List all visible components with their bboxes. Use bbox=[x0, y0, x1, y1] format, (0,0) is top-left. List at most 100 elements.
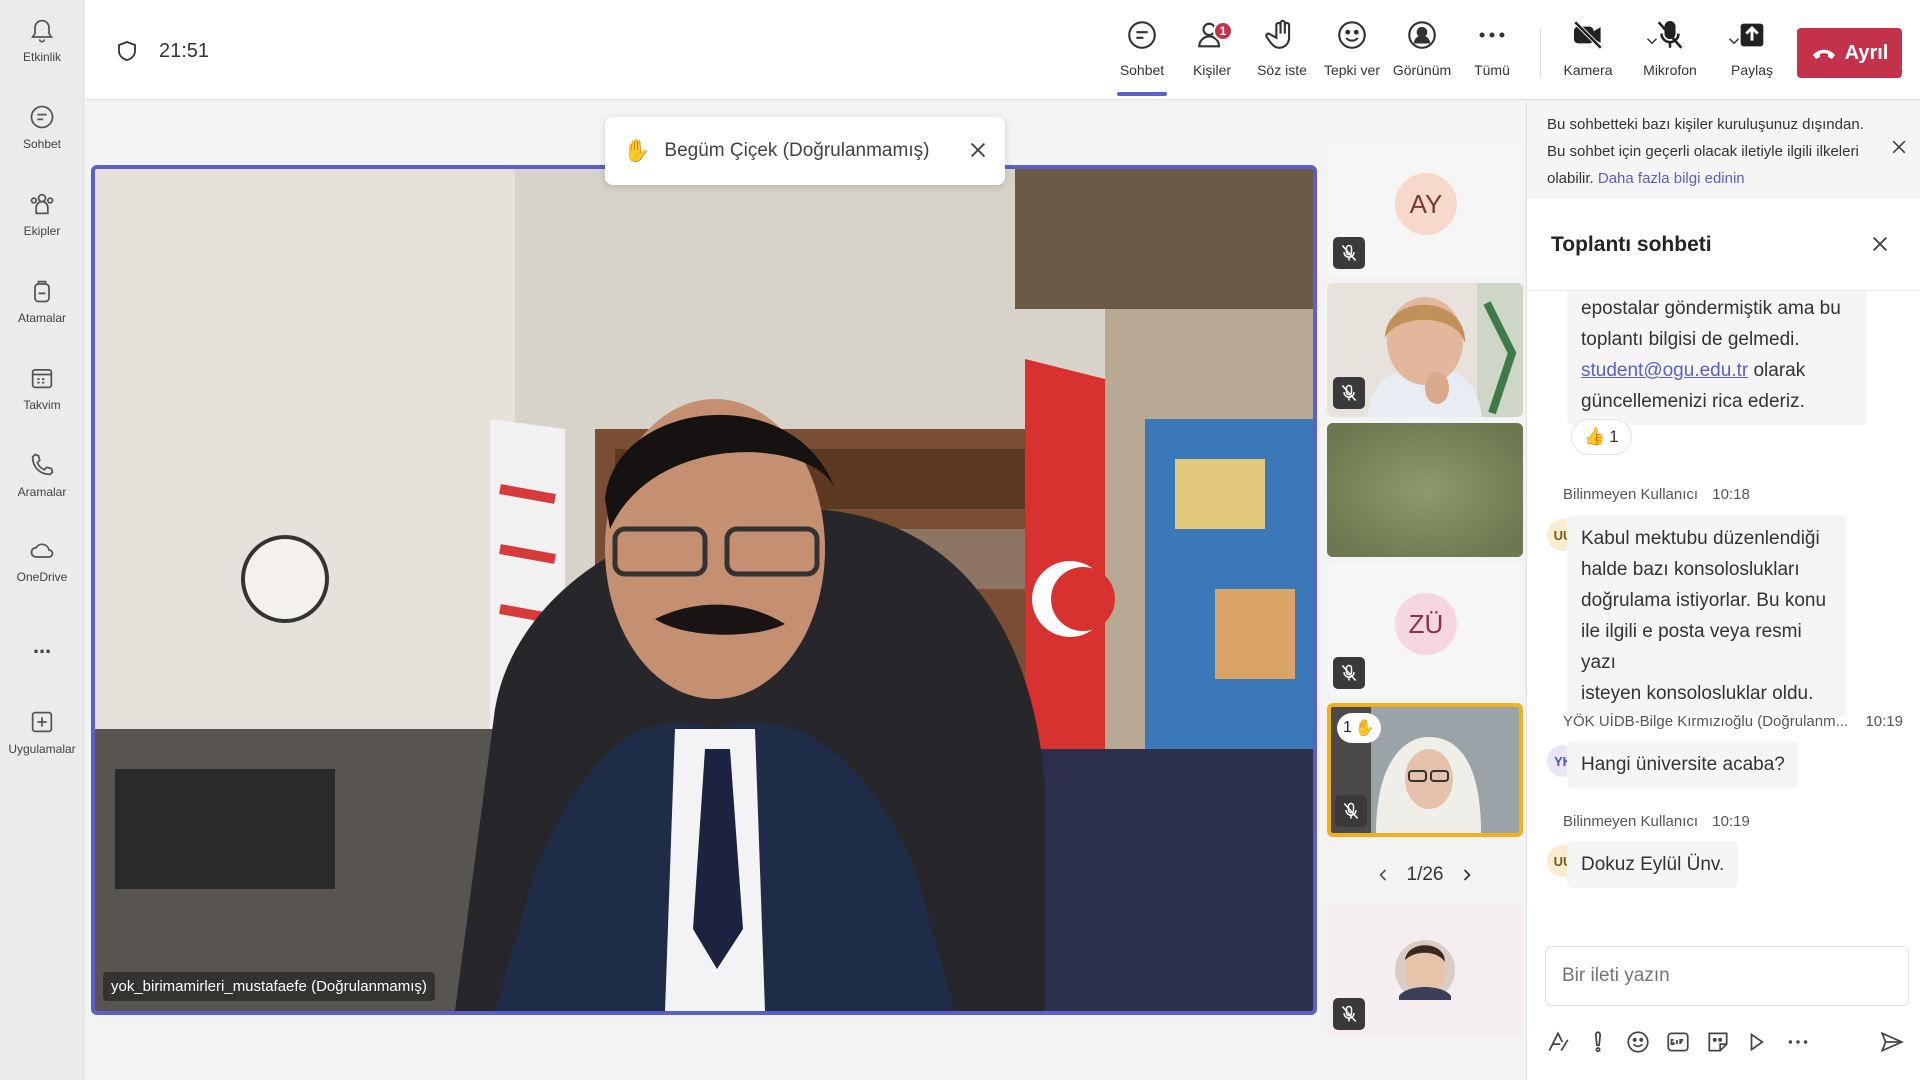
rail-label: OneDrive bbox=[16, 570, 68, 584]
main-speaker-video[interactable]: yok_birimamirleri_mustafaefe (Doğrulanma… bbox=[91, 165, 1317, 1015]
sticker-icon[interactable] bbox=[1705, 1029, 1731, 1055]
participant-tile-video-3[interactable] bbox=[1327, 904, 1523, 1038]
message-line: Kabul mektubu düzenlendiği bbox=[1581, 528, 1820, 549]
message-line: doğrulama istiyorlar. Bu konu bbox=[1581, 590, 1827, 611]
react-label: Tepki ver bbox=[1323, 62, 1381, 78]
close-icon[interactable] bbox=[1869, 233, 1891, 255]
chat-message-list[interactable]: epostalar göndermiştik ama bu toplantı b… bbox=[1527, 291, 1920, 931]
rail-label: Uygulamalar bbox=[8, 742, 76, 756]
rail-item-onedrive[interactable]: OneDrive bbox=[0, 520, 84, 600]
rail-item-apps[interactable]: Uygulamalar bbox=[0, 692, 84, 772]
page-indicator: 1/26 bbox=[1406, 864, 1444, 885]
more-label: Tümü bbox=[1474, 62, 1510, 78]
message-line: isteyen konsolosluklar oldu. bbox=[1581, 683, 1814, 704]
message-line: toplantı bilgisi de gelmedi. bbox=[1581, 329, 1800, 350]
leave-button[interactable]: Ayrıl bbox=[1797, 28, 1902, 78]
participant-tile-video-1[interactable] bbox=[1327, 283, 1523, 417]
hand-icon bbox=[1265, 19, 1291, 49]
rail-label: Sohbet bbox=[22, 137, 62, 151]
view-button[interactable]: Görünüm bbox=[1387, 18, 1457, 88]
chat-icon bbox=[1128, 21, 1156, 49]
participant-tile-video-2[interactable] bbox=[1327, 423, 1523, 557]
chat-header: Toplantı sohbeti bbox=[1527, 199, 1920, 291]
message-line: student@ogu.edu.tr olarak bbox=[1581, 355, 1853, 386]
meeting-toolbar: 21:51 Sohbet 1 Kişiler Söz iste Tepki ve… bbox=[85, 0, 1920, 100]
raise-hand-button[interactable]: Söz iste bbox=[1247, 18, 1317, 88]
raised-hand-icon: ✋ bbox=[623, 138, 651, 163]
people-button[interactable]: 1 Kişiler bbox=[1177, 18, 1247, 88]
camera-button[interactable]: Kamera bbox=[1553, 18, 1623, 88]
raised-hand-name: Begüm Çiçek (Doğrulanmamış) bbox=[664, 140, 930, 161]
message-line: halde bazı konsoloslukları bbox=[1581, 559, 1800, 580]
teams-icon bbox=[30, 193, 54, 215]
format-icon[interactable] bbox=[1545, 1029, 1571, 1055]
message-line: epostalar göndermiştik ama bu bbox=[1581, 298, 1841, 319]
chevron-left-icon[interactable] bbox=[1373, 865, 1393, 885]
backpack-icon bbox=[34, 280, 50, 303]
learn-more-link[interactable]: Daha fazla bilgi edinin bbox=[1598, 170, 1745, 187]
raise-hand-label: Söz iste bbox=[1257, 62, 1307, 78]
sender-name: Bilinmeyen Kullanıcı bbox=[1563, 486, 1699, 503]
mic-off-icon bbox=[1343, 802, 1359, 819]
mic-off-icon bbox=[1341, 384, 1357, 401]
more-icon[interactable] bbox=[1785, 1029, 1811, 1055]
participant-tile-ay[interactable]: AY bbox=[1327, 143, 1523, 277]
meeting-chat-panel: Bu sohbetteki bazı kişiler kuruluşunuz d… bbox=[1526, 101, 1920, 1080]
rail-item-teams[interactable]: Ekipler bbox=[0, 174, 84, 254]
muted-indicator bbox=[1333, 237, 1365, 269]
emoji-icon[interactable] bbox=[1625, 1029, 1651, 1055]
chat-button[interactable]: Sohbet bbox=[1107, 18, 1177, 96]
participant-tile-zu[interactable]: ZÜ bbox=[1327, 563, 1523, 697]
reaction-count: 1 bbox=[1609, 427, 1619, 446]
more-actions-button[interactable]: Tümü bbox=[1457, 18, 1527, 88]
video-stage: yok_birimamirleri_mustafaefe (Doğrulanma… bbox=[85, 101, 1525, 1080]
rail-item-calls[interactable]: Aramalar bbox=[0, 435, 84, 515]
rail-item-activity[interactable]: Etkinlik bbox=[0, 0, 84, 80]
phone-icon bbox=[31, 453, 54, 476]
chat-message: Kabul mektubu düzenlendiği halde bazı ko… bbox=[1567, 515, 1847, 717]
main-speaker-name-tag: yok_birimamirleri_mustafaefe (Doğrulanma… bbox=[103, 972, 435, 1001]
raised-hand-icon: ✋ bbox=[1354, 720, 1375, 737]
rail-item-more[interactable]: ... bbox=[0, 616, 84, 676]
rail-label: Aramalar bbox=[17, 485, 67, 499]
participant-video-frame bbox=[1327, 423, 1523, 557]
send-icon[interactable] bbox=[1879, 1029, 1905, 1055]
cloud-icon bbox=[30, 543, 54, 558]
add-app-icon bbox=[31, 711, 53, 733]
more-icon bbox=[1479, 32, 1505, 38]
mic-button[interactable]: Mikrofon bbox=[1635, 18, 1705, 88]
participant-tile-hand-raised[interactable]: 1 ✋ bbox=[1327, 703, 1523, 837]
calendar-icon bbox=[31, 368, 53, 389]
react-button[interactable]: Tepki ver bbox=[1317, 18, 1387, 88]
rail-item-calendar[interactable]: Takvim bbox=[0, 348, 84, 428]
share-icon bbox=[1740, 23, 1764, 47]
people-button-label: Kişiler bbox=[1192, 62, 1232, 78]
muted-indicator bbox=[1335, 795, 1367, 827]
rail-item-chat[interactable]: Sohbet bbox=[0, 87, 84, 167]
sender-name: YÖK UİDB-Bilge Kırmızıoğlu (Doğrulanm... bbox=[1563, 713, 1849, 730]
loop-icon[interactable] bbox=[1745, 1029, 1771, 1055]
close-icon[interactable] bbox=[1889, 137, 1909, 157]
meeting-timer: 21:51 bbox=[115, 38, 209, 64]
message-line: güncellemenizi rica ederiz. bbox=[1581, 391, 1805, 412]
message-meta: YÖK UİDB-Bilge Kırmızıoğlu (Doğrulanm...… bbox=[1563, 713, 1903, 730]
avatar: AY bbox=[1395, 173, 1457, 235]
more-icon: ... bbox=[32, 633, 52, 658]
hand-raised-indicator: 1 ✋ bbox=[1337, 713, 1381, 743]
camera-label: Kamera bbox=[1563, 62, 1613, 78]
email-link[interactable]: student@ogu.edu.tr bbox=[1581, 360, 1748, 381]
gif-icon[interactable] bbox=[1665, 1029, 1691, 1055]
rail-label: Takvim bbox=[23, 398, 61, 412]
mic-off-icon bbox=[1341, 664, 1357, 681]
priority-icon[interactable] bbox=[1585, 1029, 1611, 1055]
chevron-right-icon[interactable] bbox=[1457, 865, 1477, 885]
mic-off-icon bbox=[1341, 1005, 1357, 1022]
rail-item-assignments[interactable]: Atamalar bbox=[0, 261, 84, 341]
message-line: ile ilgili e posta veya resmi yazı bbox=[1581, 621, 1802, 673]
close-icon[interactable] bbox=[967, 139, 989, 161]
message-input[interactable] bbox=[1562, 965, 1892, 987]
share-button[interactable]: Paylaş bbox=[1717, 18, 1787, 88]
compose-box[interactable] bbox=[1545, 946, 1909, 1006]
mic-off-icon bbox=[1657, 20, 1683, 49]
reaction-pill[interactable]: 👍 1 bbox=[1571, 419, 1632, 455]
